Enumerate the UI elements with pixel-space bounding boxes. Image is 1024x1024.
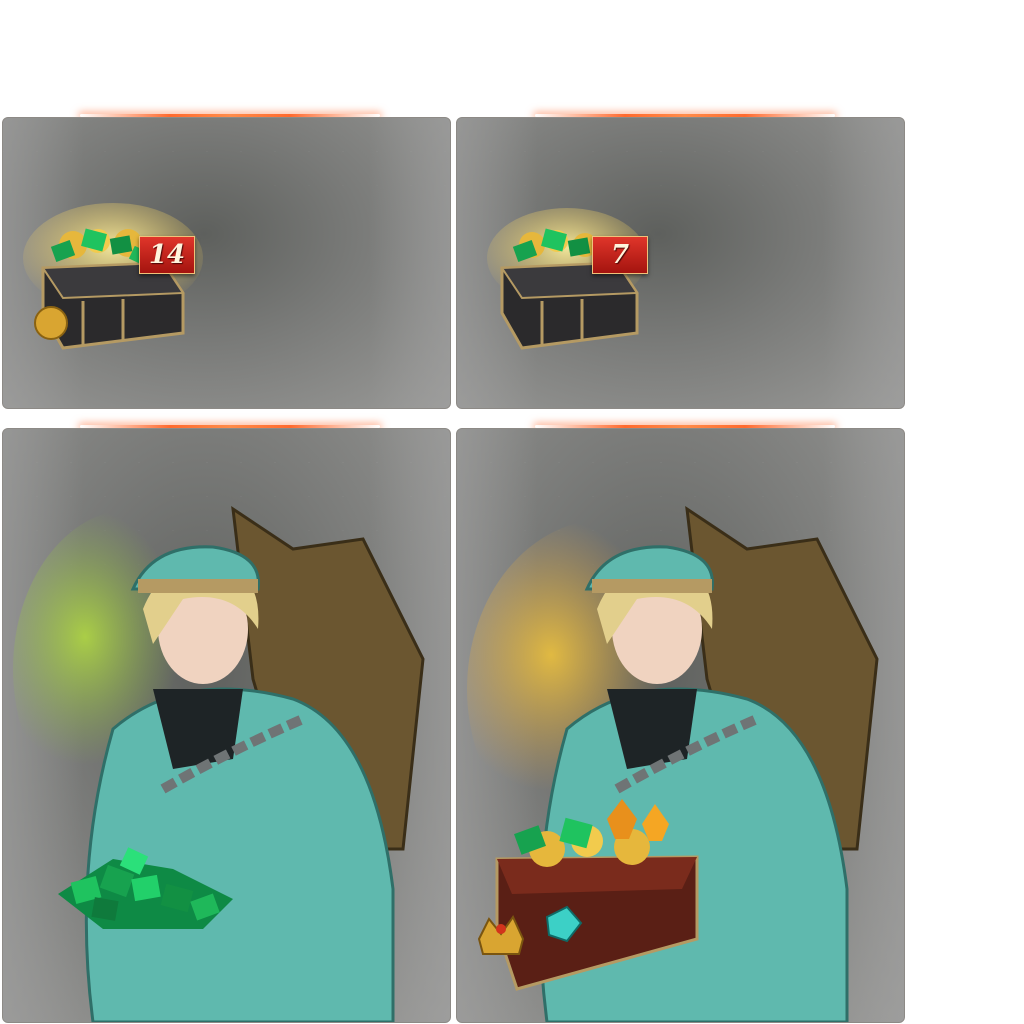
character-portrait (467, 505, 879, 1022)
treasure-chest-icon (487, 208, 647, 350)
item-card-chest-7[interactable]: 7 (456, 117, 905, 409)
character-portrait (13, 505, 425, 1022)
treasure-chest-icon (23, 203, 203, 350)
item-card-chest-14[interactable]: 14 (2, 117, 451, 409)
quantity-badge: 7 (592, 236, 648, 274)
item-card-character-emeralds[interactable] (2, 428, 451, 1023)
item-card-character-chest[interactable] (456, 428, 905, 1023)
quantity-badge: 14 (139, 236, 195, 274)
